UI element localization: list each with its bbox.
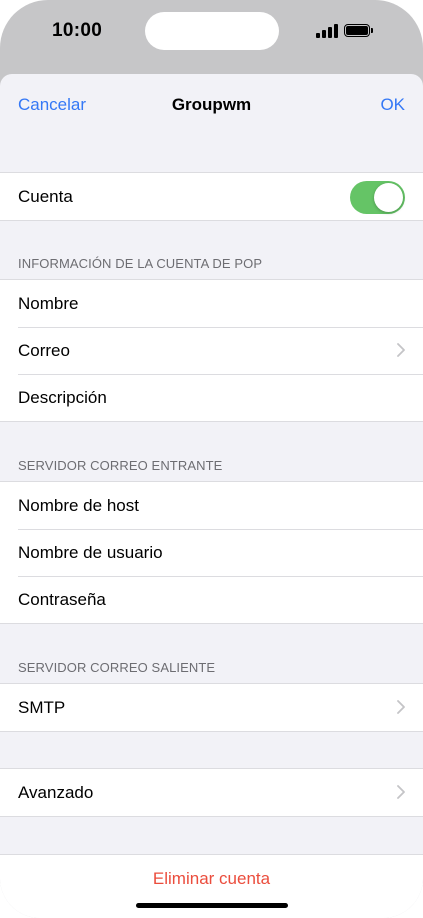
outgoing-section-header: SERVIDOR CORREO SALIENTE <box>18 660 216 675</box>
password-label: Contraseña <box>18 590 106 609</box>
signal-icon <box>316 24 338 38</box>
chevron-right-icon <box>397 700 405 714</box>
account-toggle-row: Cuenta <box>0 173 423 220</box>
delete-account-label: Eliminar cuenta <box>152 869 271 888</box>
description-row[interactable]: Descripción <box>0 374 423 421</box>
username-row[interactable]: Nombre de usuario <box>0 529 423 576</box>
name-label: Nombre <box>18 294 79 313</box>
account-settings-sheet: Cancelar Groupwm OK Cuenta INFORMACIÓN D… <box>0 74 423 918</box>
phone-screen: 10:00 Cancelar Groupwm OK Cuenta INFORMA… <box>0 0 423 918</box>
description-label: Descripción <box>18 388 107 407</box>
status-bar: 10:00 <box>0 0 423 62</box>
outgoing-server-group: SMTP <box>0 683 423 732</box>
advanced-label: Avanzado <box>18 783 94 802</box>
status-time: 10:00 <box>52 20 103 41</box>
hostname-label: Nombre de host <box>18 496 139 515</box>
smtp-label: SMTP <box>18 698 66 717</box>
dynamic-island <box>145 12 279 50</box>
name-row[interactable]: Nombre <box>0 280 423 327</box>
pop-section-header: INFORMACIÓN DE LA CUENTA DE POP <box>18 256 263 271</box>
email-label: Correo <box>18 341 70 360</box>
delete-account-button[interactable]: Eliminar cuenta <box>0 854 423 918</box>
password-row[interactable]: Contraseña <box>0 576 423 623</box>
account-label: Cuenta <box>18 187 73 206</box>
username-label: Nombre de usuario <box>18 543 163 562</box>
account-group: Cuenta <box>0 172 423 221</box>
ok-button[interactable]: OK <box>380 95 405 115</box>
home-indicator[interactable] <box>136 903 288 908</box>
incoming-server-group: Nombre de host Nombre de usuario Contras… <box>0 481 423 624</box>
hostname-row[interactable]: Nombre de host <box>0 482 423 529</box>
navigation-bar: Cancelar Groupwm OK <box>0 74 423 136</box>
pop-info-group: Nombre Correo Descripción <box>0 279 423 422</box>
chevron-right-icon <box>397 343 405 357</box>
toggle-knob <box>374 183 403 212</box>
advanced-group: Avanzado <box>0 768 423 817</box>
email-row[interactable]: Correo <box>0 327 423 374</box>
advanced-row[interactable]: Avanzado <box>0 769 423 816</box>
account-toggle[interactable] <box>350 181 405 214</box>
smtp-row[interactable]: SMTP <box>0 684 423 731</box>
battery-icon <box>344 24 373 37</box>
page-title: Groupwm <box>171 95 252 114</box>
chevron-right-icon <box>397 785 405 799</box>
incoming-section-header: SERVIDOR CORREO ENTRANTE <box>18 458 223 473</box>
